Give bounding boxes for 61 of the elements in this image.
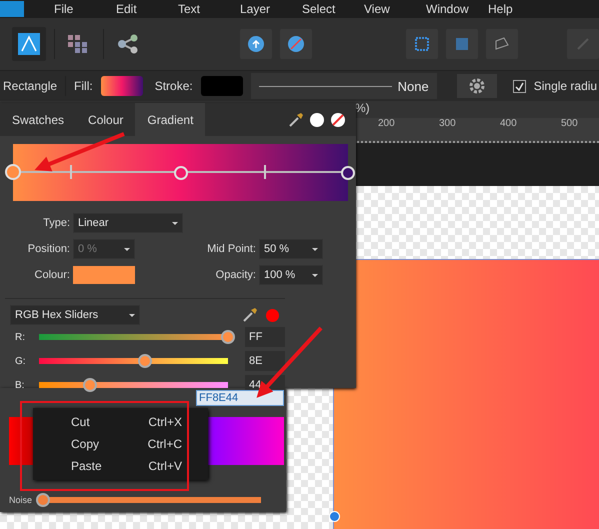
type-label: Type: <box>42 217 70 229</box>
swatch-button[interactable] <box>310 112 324 126</box>
designer-persona-icon[interactable] <box>12 27 46 61</box>
single-radius-label: Single radiu <box>534 79 598 93</box>
menu-item[interactable]: File <box>54 2 106 16</box>
menu-item[interactable]: Layer <box>240 2 292 16</box>
ruler-label: 500 <box>561 118 579 131</box>
mid-point-label: Mid Point: <box>206 243 256 255</box>
slider-thumb[interactable] <box>83 378 98 392</box>
menu-item[interactable]: Text <box>178 2 230 16</box>
recent-colour-dot[interactable] <box>266 308 279 322</box>
transform-icon[interactable] <box>486 29 518 59</box>
type-dropdown[interactable]: Linear <box>73 213 183 233</box>
menu-item[interactable]: Edit <box>116 2 168 16</box>
app-logo <box>0 1 24 17</box>
tool-name: Rectangle <box>3 79 58 93</box>
midpoint-marker[interactable] <box>264 165 266 179</box>
panel-tab[interactable]: Gradient <box>135 103 206 136</box>
stroke-style-dropdown[interactable]: None <box>250 73 437 99</box>
settings-icon <box>468 78 485 94</box>
colour-model-dropdown[interactable]: RGB Hex Sliders <box>10 305 140 325</box>
menu-item[interactable]: Paste Ctrl+V <box>33 455 208 477</box>
opacity-label: Opacity: <box>214 269 256 281</box>
ruler-label: 300 <box>439 118 457 131</box>
slider-label: R: <box>15 332 26 342</box>
menu-item[interactable]: Help <box>488 2 540 16</box>
settings-button[interactable] <box>456 74 497 98</box>
no-colour-icon[interactable] <box>330 112 346 128</box>
selection-handle[interactable] <box>329 511 340 522</box>
menu-item[interactable]: Cut Ctrl+X <box>33 411 208 433</box>
stroke-label: Stroke: <box>154 79 193 93</box>
opacity-dropdown[interactable]: 100 % <box>259 265 323 285</box>
ruler-label: 400 <box>500 118 518 131</box>
eyedropper-icon[interactable] <box>288 112 304 128</box>
ruler-label: 200 <box>378 118 396 131</box>
stroke-swatch[interactable] <box>200 76 243 96</box>
noise-label: Noise <box>9 495 32 505</box>
gradient-bar[interactable] <box>13 144 348 201</box>
menu-item[interactable]: Select <box>302 2 354 16</box>
eyedropper-icon[interactable] <box>242 307 258 323</box>
position-label: Position: <box>26 243 70 255</box>
value-field[interactable]: 8E <box>245 351 285 371</box>
colour-label: Colour: <box>34 269 70 281</box>
slider-thumb[interactable] <box>36 493 50 507</box>
colour-swatch[interactable] <box>73 266 135 284</box>
gradient-stop[interactable] <box>5 164 21 180</box>
document-tab-label: %) <box>355 101 370 115</box>
gradient-stop[interactable] <box>341 166 355 180</box>
slider-label: G: <box>15 356 27 366</box>
slider-thumb[interactable] <box>221 330 235 344</box>
midpoint-marker[interactable] <box>70 165 72 179</box>
menu-item[interactable]: View <box>364 2 416 16</box>
slider-label: B: <box>15 380 26 390</box>
value-field[interactable]: FF <box>245 327 285 347</box>
mid-point-dropdown[interactable]: 50 % <box>259 239 323 259</box>
menu-item[interactable]: Copy Ctrl+C <box>33 433 208 455</box>
single-radius-checkbox[interactable] <box>512 80 526 92</box>
menu-item[interactable]: Window <box>426 2 478 16</box>
fill-label: Fill: <box>74 79 93 93</box>
fill-swatch[interactable] <box>100 76 143 96</box>
slider-thumb[interactable] <box>138 354 152 368</box>
